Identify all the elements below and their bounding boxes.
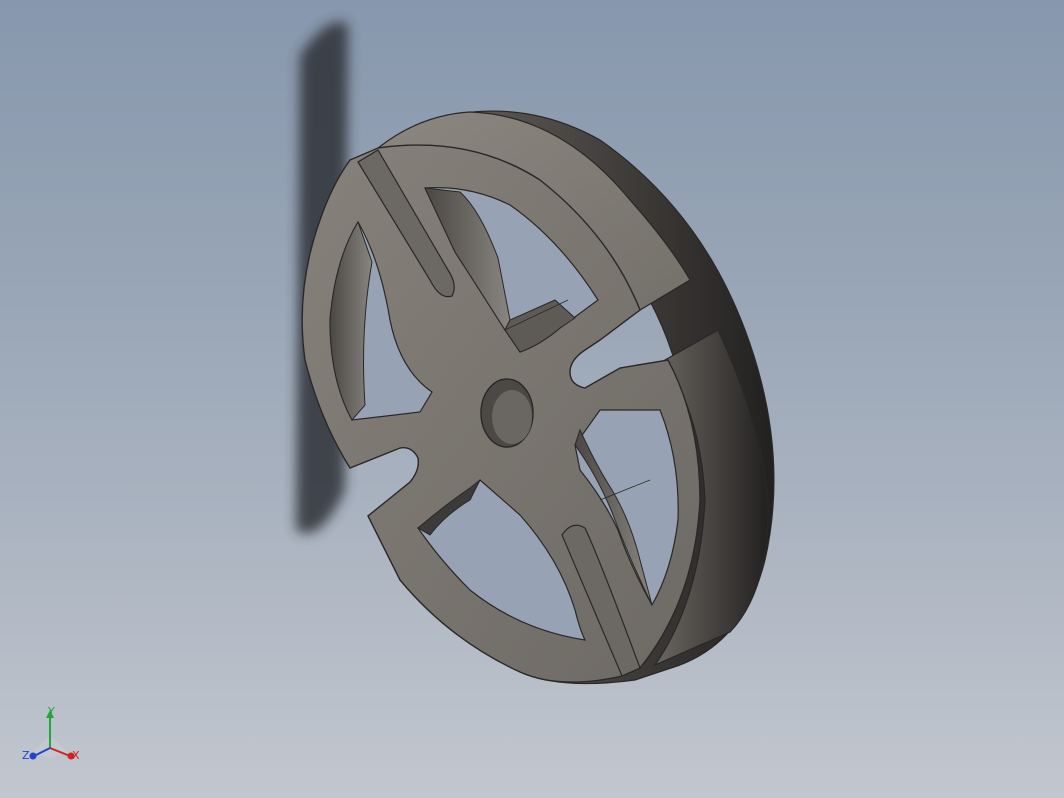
axis-x-label: X [72, 749, 80, 762]
axis-y-label: Y [48, 705, 55, 718]
view-triad[interactable]: X Y Z [18, 700, 88, 770]
axis-z-label: Z [22, 749, 30, 762]
model-view[interactable] [0, 0, 1064, 798]
graphics-viewport[interactable]: X Y Z [0, 0, 1064, 798]
center-hole-inner [492, 390, 532, 444]
